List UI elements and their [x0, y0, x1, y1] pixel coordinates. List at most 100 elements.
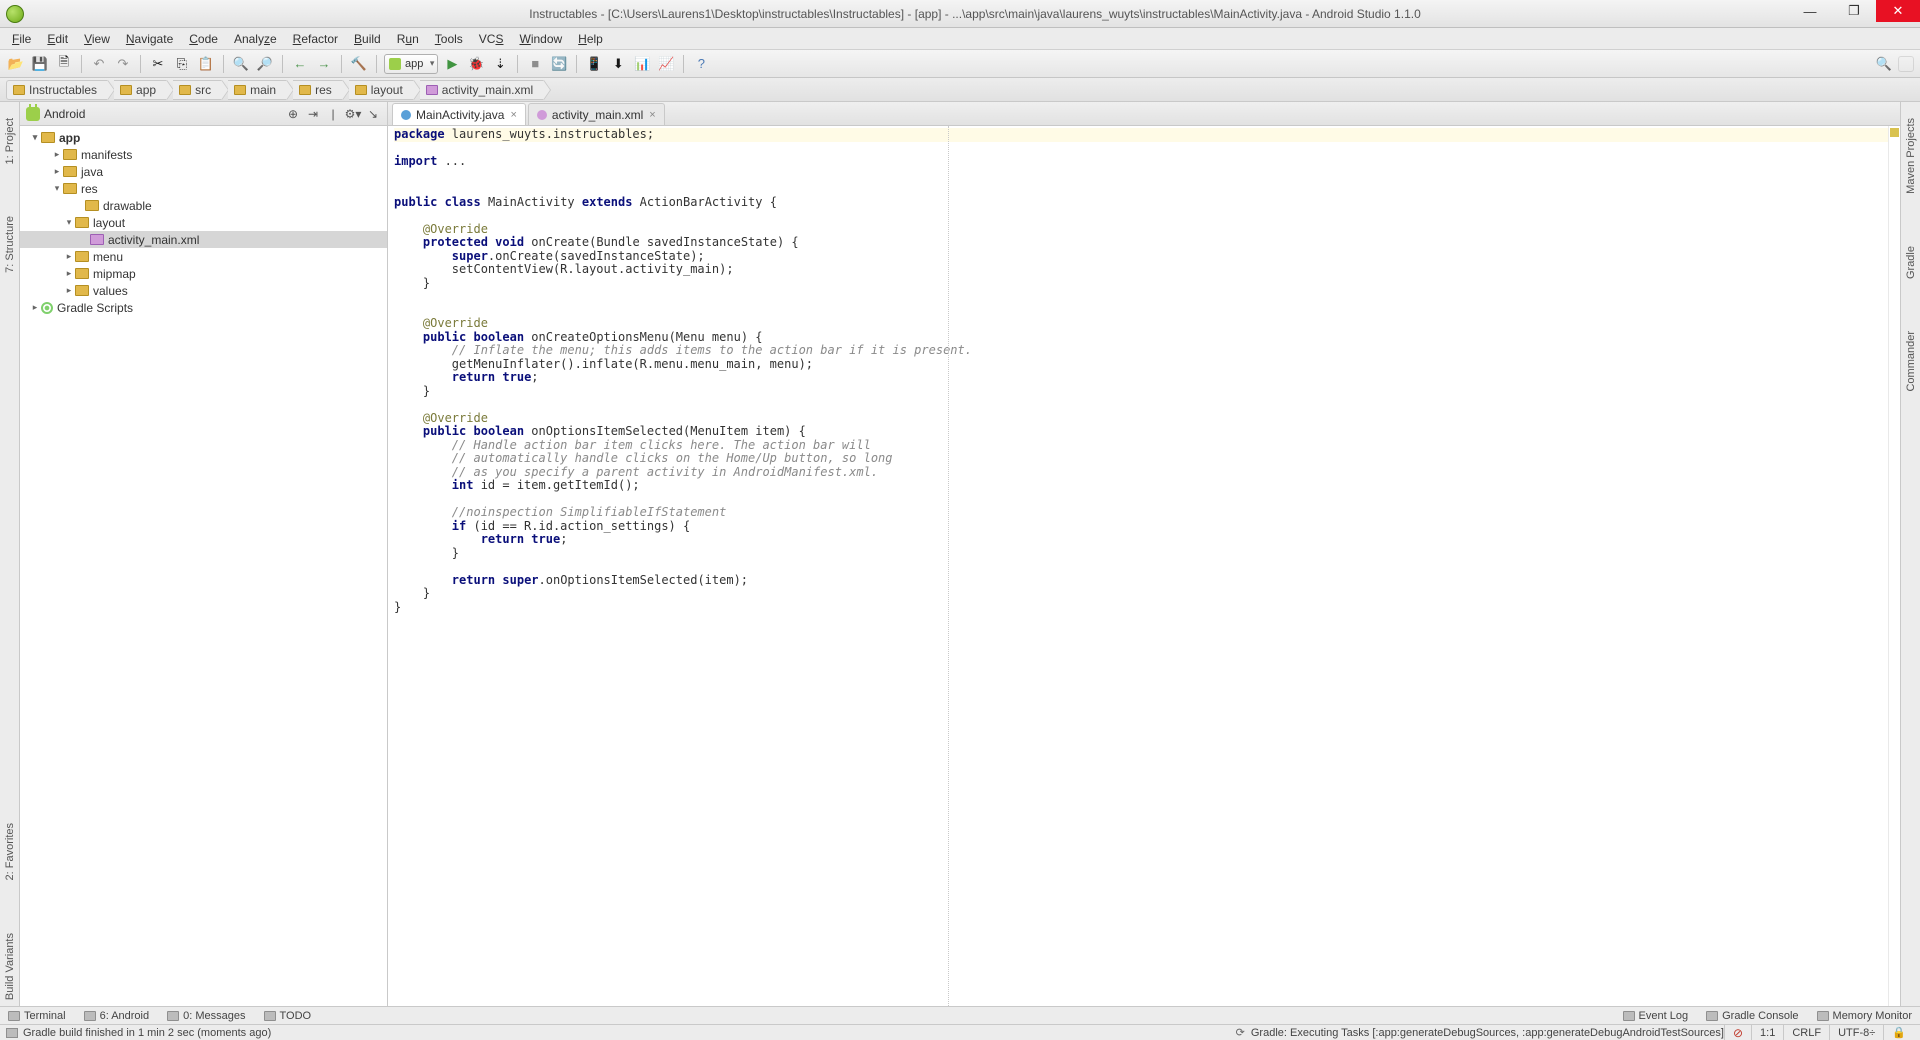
- scroll-from-source-icon[interactable]: ⊕: [285, 106, 301, 122]
- run-icon[interactable]: ▶: [442, 54, 462, 74]
- menu-analyze[interactable]: Analyze: [226, 30, 285, 48]
- project-tree[interactable]: ▾app ▸manifests ▸java ▾res drawable ▾lay…: [20, 126, 387, 1006]
- tab-gradle-console[interactable]: Gradle Console: [1706, 1010, 1798, 1022]
- tab-activity-main-xml[interactable]: activity_main.xml ×: [528, 103, 665, 125]
- tree-activity-main[interactable]: activity_main.xml: [20, 231, 387, 248]
- separator: [81, 55, 82, 73]
- find-icon[interactable]: 🔍: [231, 54, 251, 74]
- tab-maven[interactable]: Maven Projects: [1903, 112, 1919, 200]
- tree-res[interactable]: ▾res: [20, 180, 387, 197]
- sdk-icon[interactable]: ⬇: [608, 54, 628, 74]
- copy-icon[interactable]: ⎘: [172, 54, 192, 74]
- attach-icon[interactable]: ⇣: [490, 54, 510, 74]
- menu-help[interactable]: Help: [570, 30, 611, 48]
- menu-build[interactable]: Build: [346, 30, 389, 48]
- avatar-icon[interactable]: [1898, 56, 1914, 72]
- open-icon[interactable]: 📂: [6, 54, 26, 74]
- folder-icon: [75, 251, 89, 262]
- code-editor[interactable]: package laurens_wuyts.instructables; imp…: [388, 126, 1888, 1006]
- tab-messages[interactable]: 0: Messages: [167, 1010, 245, 1022]
- tab-build-variants[interactable]: Build Variants: [2, 927, 18, 1006]
- tree-mipmap[interactable]: ▸mipmap: [20, 265, 387, 282]
- project-view-label[interactable]: Android: [44, 107, 85, 121]
- paste-icon[interactable]: 📋: [196, 54, 216, 74]
- make-icon[interactable]: 🔨: [349, 54, 369, 74]
- menu-edit[interactable]: Edit: [39, 30, 76, 48]
- search-icon[interactable]: 🔍: [1874, 54, 1894, 74]
- xml-icon: [426, 85, 438, 95]
- bottom-tool-tabs: Terminal 6: Android 0: Messages TODO Eve…: [0, 1006, 1920, 1024]
- menu-view[interactable]: View: [76, 30, 118, 48]
- error-icon[interactable]: ⊘: [1733, 1026, 1743, 1040]
- crumb-project[interactable]: Instructables: [6, 80, 108, 100]
- crumb-main[interactable]: main: [228, 80, 287, 100]
- tree-layout[interactable]: ▾layout: [20, 214, 387, 231]
- save-icon[interactable]: 💾: [30, 54, 50, 74]
- crumb-file[interactable]: activity_main.xml: [420, 80, 544, 100]
- redo-icon[interactable]: ↷: [113, 54, 133, 74]
- separator: [140, 55, 141, 73]
- tab-todo[interactable]: TODO: [264, 1010, 312, 1022]
- ddms-icon[interactable]: 📊: [632, 54, 652, 74]
- tab-gradle[interactable]: Gradle: [1903, 240, 1919, 285]
- forward-icon[interactable]: →: [314, 54, 334, 74]
- back-icon[interactable]: ←: [290, 54, 310, 74]
- inspection-indicator-icon[interactable]: [1890, 128, 1899, 137]
- sync-icon[interactable]: 🔄: [549, 54, 569, 74]
- menu-code[interactable]: Code: [181, 30, 226, 48]
- tree-values[interactable]: ▸values: [20, 282, 387, 299]
- tab-project[interactable]: 1: Project: [2, 112, 18, 170]
- tab-terminal[interactable]: Terminal: [8, 1010, 66, 1022]
- tab-favorites[interactable]: 2: Favorites: [2, 817, 18, 886]
- tree-gradle-scripts[interactable]: ▸Gradle Scripts: [20, 299, 387, 316]
- crumb-src[interactable]: src: [173, 80, 222, 100]
- menu-run[interactable]: Run: [389, 30, 427, 48]
- tab-memory-monitor[interactable]: Memory Monitor: [1817, 1010, 1912, 1022]
- saveall-icon[interactable]: 🗎: [54, 54, 74, 74]
- menu-window[interactable]: Window: [511, 30, 570, 48]
- tab-commander[interactable]: Commander: [1903, 325, 1919, 398]
- tab-android[interactable]: 6: Android: [84, 1010, 150, 1022]
- hide-icon[interactable]: ↘: [365, 106, 381, 122]
- tree-java[interactable]: ▸java: [20, 163, 387, 180]
- close-button[interactable]: ✕: [1876, 0, 1920, 22]
- cursor-position[interactable]: 1:1: [1751, 1025, 1783, 1040]
- collapse-all-icon[interactable]: ⇥: [305, 106, 321, 122]
- tree-menu[interactable]: ▸menu: [20, 248, 387, 265]
- menu-refactor[interactable]: Refactor: [285, 30, 346, 48]
- android-icon: [26, 107, 40, 121]
- menu-tools[interactable]: Tools: [427, 30, 471, 48]
- crumb-res[interactable]: res: [293, 80, 343, 100]
- line-separator[interactable]: CRLF: [1783, 1025, 1829, 1040]
- nav-bar: Instructables app src main res layout ac…: [0, 78, 1920, 102]
- menu-vcs[interactable]: VCS: [471, 30, 512, 48]
- monitor-icon[interactable]: 📈: [656, 54, 676, 74]
- debug-icon[interactable]: 🐞: [466, 54, 486, 74]
- menu-file[interactable]: File: [4, 30, 39, 48]
- lock-icon[interactable]: 🔒: [1883, 1025, 1914, 1040]
- maximize-button[interactable]: ❐: [1832, 0, 1876, 22]
- file-encoding[interactable]: UTF-8: [1838, 1027, 1869, 1039]
- menu-navigate[interactable]: Navigate: [118, 30, 181, 48]
- minimize-button[interactable]: —: [1788, 0, 1832, 22]
- crumb-app[interactable]: app: [114, 80, 167, 100]
- tree-app[interactable]: ▾app: [20, 129, 387, 146]
- replace-icon[interactable]: 🔎: [255, 54, 275, 74]
- tree-drawable[interactable]: drawable: [20, 197, 387, 214]
- tab-structure[interactable]: 7: Structure: [2, 210, 18, 279]
- undo-icon[interactable]: ↶: [89, 54, 109, 74]
- help-icon[interactable]: ?: [691, 54, 711, 74]
- stop-icon[interactable]: ■: [525, 54, 545, 74]
- tree-manifests[interactable]: ▸manifests: [20, 146, 387, 163]
- tab-main-activity[interactable]: MainActivity.java ×: [392, 103, 526, 125]
- run-config-select[interactable]: app: [384, 54, 438, 74]
- close-tab-icon[interactable]: ×: [510, 109, 516, 121]
- tab-event-log[interactable]: Event Log: [1623, 1010, 1689, 1022]
- gear-icon[interactable]: ⚙▾: [345, 106, 361, 122]
- marker-bar[interactable]: [1888, 126, 1900, 1006]
- crumb-layout[interactable]: layout: [349, 80, 414, 100]
- avd-icon[interactable]: 📱: [584, 54, 604, 74]
- status-icon[interactable]: [6, 1028, 18, 1038]
- cut-icon[interactable]: ✂: [148, 54, 168, 74]
- close-tab-icon[interactable]: ×: [649, 109, 655, 121]
